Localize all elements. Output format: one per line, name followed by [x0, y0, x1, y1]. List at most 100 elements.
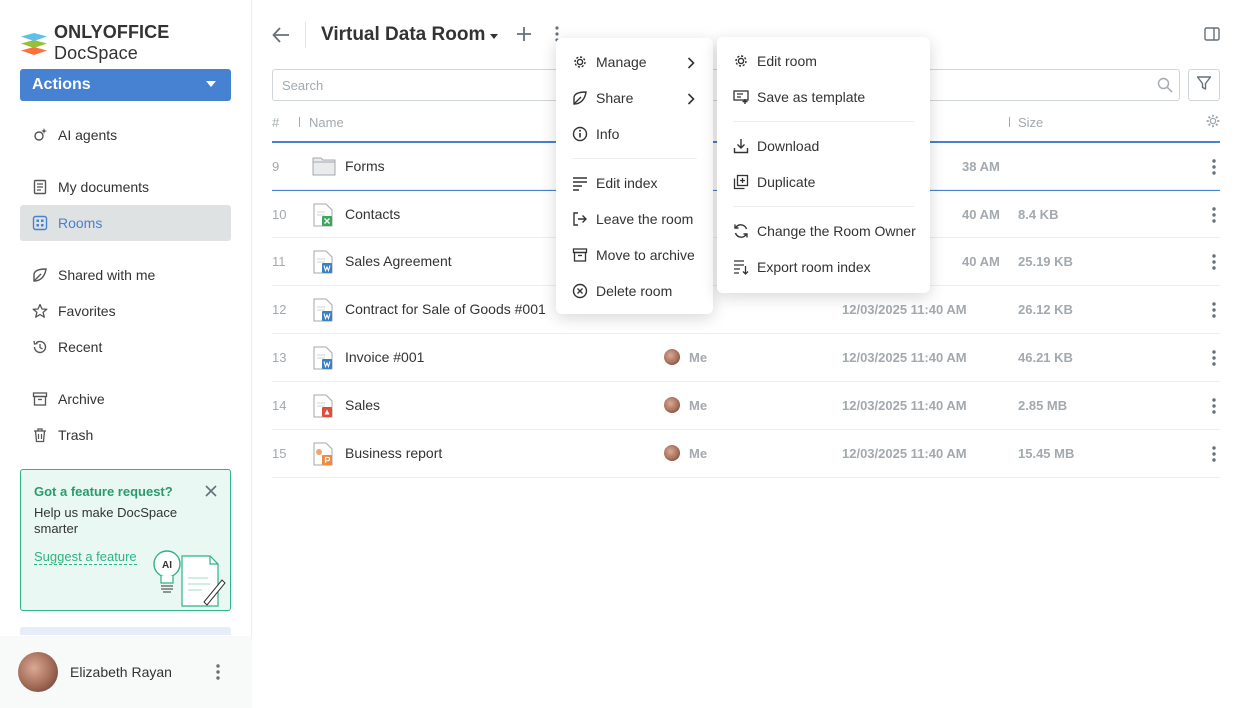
row-date: 40 AM — [962, 207, 1000, 222]
column-resizer[interactable] — [1009, 117, 1010, 127]
rooms-icon — [32, 215, 48, 231]
menu-item-change-room-owner[interactable]: Change the Room Owner — [717, 213, 930, 249]
sidebar-item-trash[interactable]: Trash — [20, 417, 231, 453]
menu-divider — [572, 158, 697, 159]
folder-icon — [312, 155, 336, 179]
suggest-feature-link[interactable]: Suggest a feature — [34, 549, 137, 565]
row-number: 14 — [272, 398, 287, 413]
sidebar-item-label: Shared with me — [58, 267, 156, 283]
menu-item-save-as-template[interactable]: Save as template — [717, 79, 930, 115]
info-icon — [572, 126, 588, 142]
sidebar-item-label: Rooms — [58, 215, 103, 231]
search-placeholder: Search — [282, 77, 324, 93]
sidebar-item-favorites[interactable]: Favorites — [20, 293, 231, 329]
column-header-num[interactable]: # — [272, 115, 279, 130]
row-date: 38 AM — [962, 159, 1000, 174]
share-icon — [32, 267, 48, 283]
table-row[interactable]: 15 Business report Me 12/03/2025 11:40 A… — [272, 430, 1220, 478]
file-name[interactable]: Contract for Sale of Goods #001 — [345, 301, 546, 317]
word-file-icon — [312, 298, 334, 322]
menu-item-edit-room[interactable]: Edit room — [717, 43, 930, 79]
plus-icon[interactable] — [516, 26, 532, 42]
search-icon[interactable] — [1157, 77, 1173, 93]
row-date: 12/03/2025 11:40 AM — [842, 398, 967, 413]
duplicate-icon — [733, 174, 749, 190]
menu-item-leave-room[interactable]: Leave the room — [556, 201, 713, 237]
menu-item-share[interactable]: Share — [556, 80, 713, 116]
gear-icon — [572, 54, 588, 70]
menu-item-delete-room[interactable]: Delete room — [556, 273, 713, 309]
menu-item-info[interactable]: Info — [556, 116, 713, 152]
menu-item-manage[interactable]: Manage — [556, 44, 713, 80]
menu-item-download[interactable]: Download — [717, 128, 930, 164]
file-name[interactable]: Sales Agreement — [345, 253, 452, 269]
back-arrow-icon[interactable] — [272, 26, 290, 44]
column-resizer[interactable] — [299, 117, 300, 127]
sidebar-item-label: Archive — [58, 391, 105, 407]
file-name[interactable]: Sales — [345, 397, 380, 413]
logo[interactable]: ONLYOFFICE DocSpace — [20, 22, 251, 64]
author-name: Me — [689, 445, 708, 461]
more-vertical-icon[interactable] — [1212, 207, 1216, 223]
sidebar-item-my-documents[interactable]: My documents — [20, 169, 231, 205]
sidebar-item-recent[interactable]: Recent — [20, 329, 231, 365]
download-icon — [733, 138, 749, 154]
row-author: Me — [664, 349, 707, 365]
menu-item-edit-index[interactable]: Edit index — [556, 165, 713, 201]
leave-icon — [572, 211, 588, 227]
file-name[interactable]: Forms — [345, 158, 385, 174]
page-title[interactable]: Virtual Data Room — [321, 24, 485, 46]
row-author: Me — [664, 445, 707, 461]
file-name[interactable]: Invoice #001 — [345, 349, 424, 365]
sidebar-item-ai-agents[interactable]: AI agents — [20, 117, 231, 153]
author-name: Me — [689, 397, 708, 413]
more-vertical-icon[interactable] — [1212, 398, 1216, 414]
filter-button[interactable] — [1188, 69, 1220, 101]
menu-item-duplicate[interactable]: Duplicate — [717, 164, 930, 200]
menu-item-label: Delete room — [596, 283, 673, 299]
export-index-icon — [733, 259, 749, 275]
illustration-label: AI — [162, 560, 172, 571]
pdf-file-icon — [312, 394, 334, 418]
sidebar-item-archive[interactable]: Archive — [20, 381, 231, 417]
avatar — [664, 397, 680, 413]
table-row[interactable]: 14 Sales Me 12/03/2025 11:40 AM 2.85 MB — [272, 382, 1220, 430]
avatar[interactable] — [18, 652, 58, 692]
sidebar-item-rooms[interactable]: Rooms — [20, 205, 231, 241]
column-header-size[interactable]: Size — [1018, 115, 1043, 130]
ai-sparkle-icon — [32, 127, 48, 143]
more-vertical-icon[interactable] — [216, 664, 220, 680]
user-profile[interactable]: Elizabeth Rayan — [0, 636, 252, 708]
row-date: 12/03/2025 11:40 AM — [842, 446, 967, 461]
info-panel-toggle-icon[interactable] — [1204, 27, 1220, 41]
sidebar-info-strip — [20, 627, 231, 635]
author-name: Me — [689, 349, 708, 365]
more-vertical-icon[interactable] — [1212, 254, 1216, 270]
row-size: 25.19 KB — [1018, 254, 1073, 269]
chevron-down-icon[interactable] — [490, 34, 498, 39]
menu-item-move-to-archive[interactable]: Move to archive — [556, 237, 713, 273]
close-icon[interactable] — [204, 484, 218, 498]
column-header-name[interactable]: Name — [309, 115, 344, 130]
table-row[interactable]: 12 Contract for Sale of Goods #001 12/03… — [272, 286, 1220, 334]
menu-item-label: Edit index — [596, 175, 658, 191]
more-vertical-icon[interactable] — [1212, 350, 1216, 366]
table-row[interactable]: 13 Invoice #001 Me 12/03/2025 11:40 AM 4… — [272, 334, 1220, 382]
menu-item-label: Save as template — [757, 89, 866, 105]
more-vertical-icon[interactable] — [1212, 159, 1216, 175]
actions-button[interactable]: Actions — [20, 69, 231, 101]
more-vertical-icon[interactable] — [1212, 446, 1216, 462]
manage-submenu: Edit room Save as template Download Dupl… — [717, 37, 930, 293]
menu-item-label: Manage — [596, 54, 647, 70]
sidebar-item-shared-with-me[interactable]: Shared with me — [20, 257, 231, 293]
row-number: 9 — [272, 159, 280, 174]
menu-item-label: Move to archive — [596, 247, 695, 263]
more-vertical-icon[interactable] — [1212, 302, 1216, 318]
file-name[interactable]: Business report — [345, 445, 442, 461]
menu-item-label: Download — [757, 138, 820, 154]
file-name[interactable]: Contacts — [345, 206, 400, 222]
row-size: 2.85 MB — [1018, 398, 1068, 413]
gear-icon[interactable] — [1206, 114, 1220, 128]
template-icon — [733, 89, 749, 105]
menu-item-export-room-index[interactable]: Export room index — [717, 249, 930, 285]
